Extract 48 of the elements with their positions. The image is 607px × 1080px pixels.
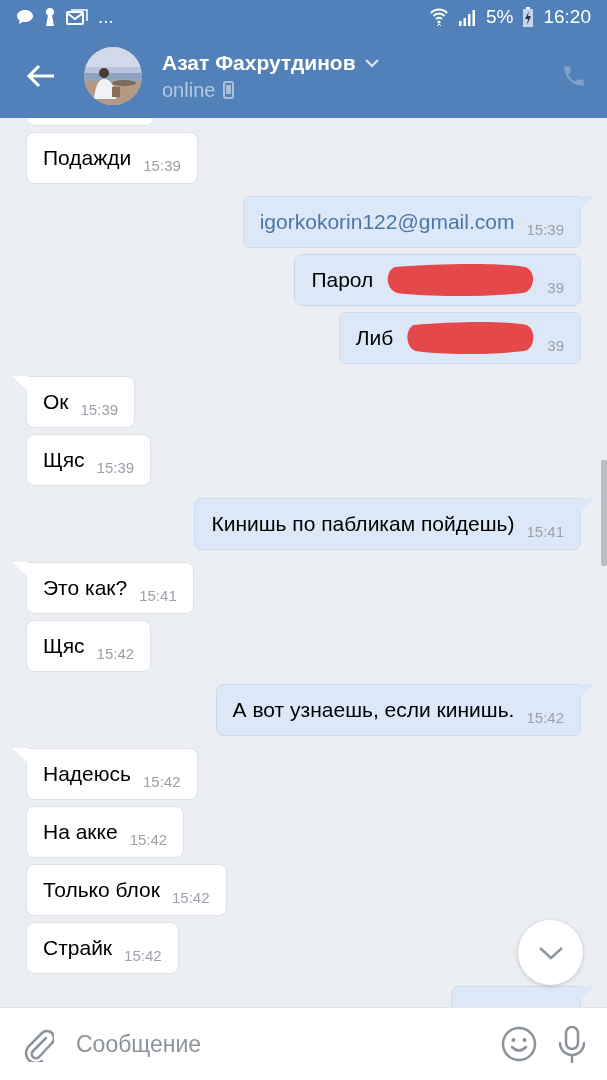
message-text: Только блок bbox=[43, 878, 160, 902]
message-time: 15:39 bbox=[96, 459, 135, 476]
message-time: 15:39 bbox=[143, 157, 181, 174]
scrollbar[interactable] bbox=[601, 460, 607, 566]
smiley-icon[interactable] bbox=[501, 1026, 537, 1062]
message-time: 39 bbox=[547, 337, 564, 354]
message-time: 15:39 bbox=[80, 401, 119, 418]
battery-charging-icon bbox=[523, 7, 534, 27]
message-composer[interactable]: Сообщение bbox=[0, 1007, 607, 1080]
message-time: 15:41 bbox=[526, 523, 564, 540]
message-text: Страйк bbox=[43, 936, 113, 960]
email-link[interactable]: igorkokorin122@gmail.com bbox=[259, 210, 515, 234]
message-text: Подажди bbox=[43, 146, 132, 170]
wifi-icon bbox=[430, 7, 448, 27]
message-text: Кинишь по пабликам пойдешь) bbox=[211, 512, 515, 536]
chevron-down-icon[interactable] bbox=[363, 57, 380, 68]
message-time: 15:42 bbox=[124, 947, 162, 964]
message-text: На акке bbox=[43, 820, 118, 844]
contact-name[interactable]: Азат Фахрутдинов bbox=[162, 50, 356, 75]
message-time: 15:42 bbox=[142, 773, 181, 790]
message-time: 15:41 bbox=[139, 587, 177, 604]
chevron-down-icon bbox=[537, 944, 564, 961]
message-time: 15:39 bbox=[526, 221, 564, 238]
message-time: 15:42 bbox=[172, 889, 210, 906]
message-text: Либ bbox=[355, 326, 394, 350]
clock-time: 16:20 bbox=[543, 6, 591, 28]
back-arrow-icon[interactable] bbox=[26, 64, 56, 88]
message-text: Надеюсь bbox=[43, 762, 131, 786]
message-time: 15:42 bbox=[526, 709, 564, 726]
message-text: Это как? bbox=[43, 576, 128, 600]
keyhole-icon bbox=[44, 8, 56, 26]
battery-percent: 5% bbox=[486, 6, 514, 28]
phone-device-icon bbox=[223, 81, 235, 99]
message-text: Парол bbox=[311, 268, 374, 292]
message-input[interactable]: Сообщение bbox=[74, 1029, 481, 1059]
message-time: 15:42 bbox=[129, 831, 168, 848]
notification-more: ... bbox=[98, 6, 114, 28]
mail-icon bbox=[66, 9, 88, 25]
message-text: А вот узнаешь, если кинишь. bbox=[232, 698, 515, 722]
signal-icon bbox=[458, 8, 476, 26]
message-text: Ок bbox=[43, 390, 69, 414]
message-time: 15:42 bbox=[96, 645, 135, 662]
online-status: online bbox=[162, 78, 216, 102]
message-text: Щяс bbox=[43, 448, 85, 472]
message-text: Щяс bbox=[43, 634, 85, 658]
microphone-icon[interactable] bbox=[557, 1025, 587, 1063]
chat-icon bbox=[16, 9, 34, 25]
message-time: 39 bbox=[547, 279, 564, 296]
